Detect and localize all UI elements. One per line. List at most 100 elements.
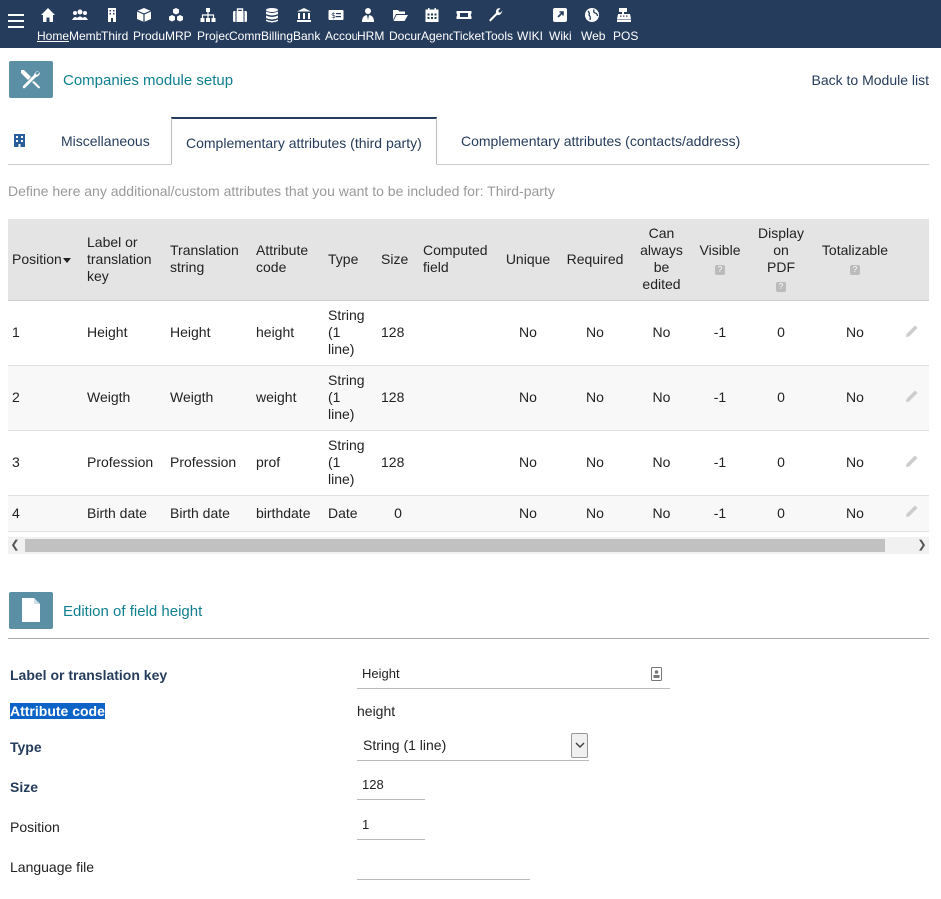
cell-unique: No [496,430,560,496]
scroll-right-arrow-icon[interactable]: ❯ [915,538,929,553]
cell-display-pdf: 0 [747,430,815,496]
label-translation-key-value: Height [362,666,400,681]
help-icon[interactable]: ? [715,265,725,276]
money-check-icon: $ [328,7,344,23]
menu-item-mrp[interactable]: MRP [165,7,197,45]
ticket-icon [456,7,472,23]
size-input[interactable]: 128 [357,775,425,800]
column-header-always-editable: Can always be edited [630,219,693,301]
menu-item-projects[interactable]: Projects [197,7,229,45]
edit-pencil-icon[interactable] [895,495,929,532]
tab-complementary-contacts[interactable]: Complementary attributes (contacts/addre… [461,117,740,165]
cell-unique: No [496,495,560,532]
table-row: 1 Height Height height String (1 line) 128… [8,300,929,366]
calendar-icon [424,7,440,23]
horizontal-scrollbar[interactable]: ❮ ❯ [8,537,929,554]
cell-totalizable: No [815,365,895,431]
cell-label: Weigth [83,365,166,431]
cell-size: 0 [377,495,419,532]
scroll-left-arrow-icon[interactable]: ❮ [8,538,22,553]
back-to-module-list-link[interactable]: Back to Module list [812,72,930,88]
attributes-table-wrapper: Position Label or translation key Translat… [8,219,929,532]
type-select-value: String (1 line) [363,737,447,753]
sitemap-icon [200,7,216,23]
position-input[interactable]: 1 [357,815,425,840]
cell-type: String (1 line) [324,365,377,431]
page-title: Companies module setup [63,72,234,89]
cell-size: 128 [377,300,419,366]
edit-pencil-icon[interactable] [895,430,929,496]
language-file-input[interactable] [357,855,530,880]
document-icon [22,598,40,622]
menu-item-members[interactable]: Members [69,7,101,45]
scrollbar-thumb[interactable] [25,539,885,552]
cell-required: No [560,495,630,532]
edition-icon-box [9,592,53,629]
size-input-value: 128 [362,777,384,792]
tab-miscellaneous[interactable]: Miscellaneous [61,117,150,165]
cell-position: 4 [8,495,83,532]
type-select[interactable]: String (1 line) [357,732,589,761]
cell-type: String (1 line) [324,430,377,496]
user-tie-icon [360,7,376,23]
building-icon [104,7,120,23]
edit-pencil-icon[interactable] [895,300,929,366]
cell-display-pdf: 0 [747,300,815,366]
divider [8,638,929,639]
position-label: Position [10,819,60,835]
sort-down-icon [62,257,71,263]
attributes-table: Position Label or translation key Translat… [8,219,929,532]
menu-item-home[interactable]: Home [37,7,69,45]
menu-item-bank[interactable]: Bank [293,7,325,45]
tab-complementary-third-party[interactable]: Complementary attributes (third party) [171,117,437,165]
cell-totalizable: No [815,495,895,532]
column-header-computed: Computed field [419,219,496,301]
menu-item-billing[interactable]: Billing [261,7,293,45]
cube-icon [136,7,152,23]
bank-icon [296,7,312,23]
edit-pencil-icon[interactable] [895,365,929,431]
cubes-icon [168,7,184,23]
menu-item-wiki[interactable]: Wiki [549,7,581,45]
cell-visible: -1 [693,430,747,496]
menu-item-wiki-upper[interactable]: WIKI [517,7,549,45]
help-icon[interactable]: ? [776,282,786,293]
cell-translation: Height [166,300,252,366]
chevron-down-icon[interactable] [571,733,588,758]
setup-tabs: Miscellaneous Complementary attributes (… [8,117,929,165]
menu-item-products[interactable]: Products [133,7,165,45]
menu-item-third[interactable]: Third [101,7,133,45]
menu-item-hrm[interactable]: HRM [357,7,389,45]
cash-register-icon [616,7,632,23]
menu-item-documents[interactable]: Documents [389,7,421,45]
label-translation-key-input[interactable]: Height [357,664,670,689]
help-icon[interactable]: ? [850,265,860,276]
table-row: 4 Birth date Birth date birthdate Date 0… [8,495,929,532]
column-header-position[interactable]: Position [8,219,83,301]
cell-code: birthdate [252,495,324,532]
menu-item-agenda[interactable]: Agenda [421,7,453,45]
column-header-required: Required [560,219,630,301]
cell-translation: Weigth [166,365,252,431]
attribute-code-value: height [357,703,396,719]
external-link-icon [552,7,568,23]
menu-item-tools[interactable]: Tools [485,7,517,45]
cell-visible: -1 [693,300,747,366]
menu-item-accounting[interactable]: $ Accounting [325,7,357,45]
cell-position: 2 [8,365,83,431]
menu-item-tickets[interactable]: Tickets [453,7,485,45]
menu-item-pos[interactable]: POS [613,7,645,45]
cell-position: 3 [8,430,83,496]
cell-unique: No [496,365,560,431]
members-icon [72,7,88,23]
contact-card-icon[interactable] [651,667,662,681]
cell-always-editable: No [630,495,693,532]
hamburger-menu-icon[interactable] [8,14,24,28]
menu-item-commerce[interactable]: Commerce [229,7,261,45]
home-icon [40,7,56,23]
cell-unique: No [496,300,560,366]
cell-translation: Profession [166,430,252,496]
menu-item-web[interactable]: Web [581,7,613,45]
column-header-type: Type [324,219,377,301]
position-input-value: 1 [362,817,370,832]
